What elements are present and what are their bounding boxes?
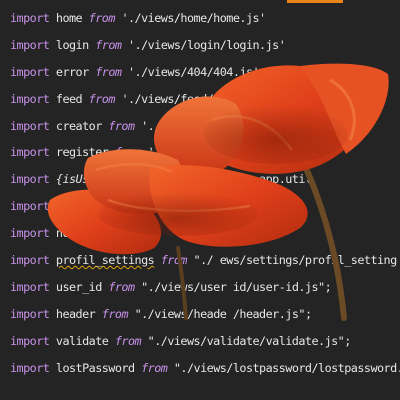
import-keyword: import: [10, 333, 50, 348]
import-identifier: log: [55, 199, 76, 214]
import-keyword: import: [10, 118, 50, 133]
import-keyword: import: [10, 279, 50, 294]
import-path: './views/login/login.js': [128, 37, 286, 52]
import-identifier: header: [55, 306, 96, 321]
code-line: import login from './views/login/login.j…: [10, 32, 400, 59]
code-line: import notify: [10, 220, 400, 247]
import-path: './views/re: [147, 145, 221, 160]
code-line: import creator from './view: [10, 113, 400, 140]
code-line: import log: [10, 193, 400, 220]
import-path: './views/404/404.js': [128, 64, 260, 79]
semicolon: ;: [304, 306, 312, 321]
import-keyword: import: [10, 145, 50, 160]
import-identifier: profil_settings: [55, 253, 155, 268]
from-keyword: from: [114, 333, 142, 348]
import-keyword: import: [10, 172, 50, 187]
import-identifier: login: [55, 37, 89, 52]
import-keyword: import: [10, 64, 50, 79]
import-identifier: feed: [55, 91, 83, 106]
import-path: './views/feed/fe: [121, 91, 227, 106]
import-path: './view: [141, 118, 187, 133]
import-identifier: creator: [55, 118, 102, 133]
code-line: import home from './views/home/home.js': [10, 5, 400, 32]
semicolon: ;: [324, 279, 332, 294]
import-path: "./ ews/settings/profil_setting .js": [193, 253, 398, 268]
code-line: import header from "./views/heade /heade…: [10, 301, 400, 328]
code-editor: import home from './views/home/home.js' …: [0, 0, 400, 400]
import-keyword: import: [10, 253, 50, 268]
import-path: app.util: [259, 172, 312, 187]
from-keyword: from: [114, 145, 142, 160]
import-path: "./views/heade /header.js": [134, 306, 306, 321]
from-keyword: from: [101, 306, 129, 321]
import-path: "./views/lostpassword/lostpassword.js": [173, 360, 400, 375]
from-keyword: from: [95, 64, 122, 79]
code-line: import user_id from "./views/user id/use…: [10, 274, 400, 301]
import-keyword: import: [10, 360, 50, 375]
from-keyword: from: [108, 118, 135, 133]
import-identifier: lostPassword: [55, 360, 135, 375]
from-keyword: from: [88, 11, 116, 25]
semicolon: ;: [344, 333, 351, 348]
import-identifier: validate: [55, 333, 109, 348]
import-path: "./views/validate/validate.js": [147, 333, 345, 348]
from-keyword: from: [108, 279, 135, 294]
import-path: './views/home/home.js': [121, 11, 266, 25]
import-identifier: home: [55, 11, 83, 25]
from-keyword: from: [160, 253, 188, 268]
import-keyword: import: [10, 306, 50, 321]
editor-tab-accent: [287, 0, 343, 3]
import-identifier: user_id: [55, 279, 102, 294]
import-path: "./views/user id/user-id.js": [141, 279, 325, 294]
import-keyword: import: [10, 226, 50, 241]
code-line: import validate from "./views/validate/v…: [10, 328, 400, 355]
code-lines: import home from './views/home/home.js' …: [10, 5, 400, 381]
import-identifier: {isUser: [55, 172, 102, 187]
import-identifier: register: [55, 145, 109, 160]
import-keyword: import: [10, 11, 50, 25]
code-line: import register from './views/re: [10, 139, 400, 166]
code-line: import profil_settings from "./ ews/sett…: [10, 247, 400, 274]
from-keyword: from: [95, 37, 122, 52]
code-line: import {isUser app.util: [10, 166, 400, 193]
from-keyword: from: [141, 360, 168, 375]
code-line: import error from './views/404/404.js': [10, 59, 400, 86]
import-keyword: import: [10, 199, 50, 214]
code-line: import lostPassword from "./views/lostpa…: [10, 355, 400, 382]
from-keyword: from: [88, 91, 116, 106]
import-keyword: import: [10, 37, 50, 52]
code-line: import feed from './views/feed/fe: [10, 86, 400, 113]
import-identifier: notify: [55, 226, 96, 241]
import-identifier: error: [55, 64, 89, 79]
import-keyword: import: [10, 91, 50, 106]
